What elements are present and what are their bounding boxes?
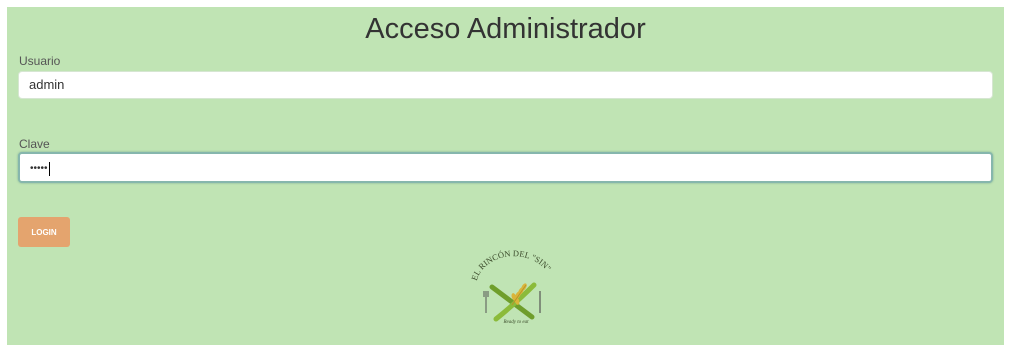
password-input[interactable]: ••••• xyxy=(18,152,993,183)
brand-logo: EL RINCÓN DEL "SIN" Ready to eat xyxy=(469,248,553,325)
username-input[interactable]: admin xyxy=(18,71,993,99)
password-label: Clave xyxy=(19,137,50,151)
logo-name-text: EL RINCÓN DEL "SIN" xyxy=(469,248,553,282)
logo-tagline: Ready to eat xyxy=(503,320,530,325)
text-caret xyxy=(48,161,50,176)
x-cross-icon xyxy=(489,282,537,322)
login-panel: Acceso Administrador Usuario admin Clave… xyxy=(7,7,1004,345)
fork-icon xyxy=(483,291,489,313)
login-button[interactable]: LOGIN xyxy=(18,217,70,247)
page-title: Acceso Administrador xyxy=(365,13,646,45)
username-label: Usuario xyxy=(19,54,61,68)
password-masked-value: ••••• xyxy=(30,163,48,175)
